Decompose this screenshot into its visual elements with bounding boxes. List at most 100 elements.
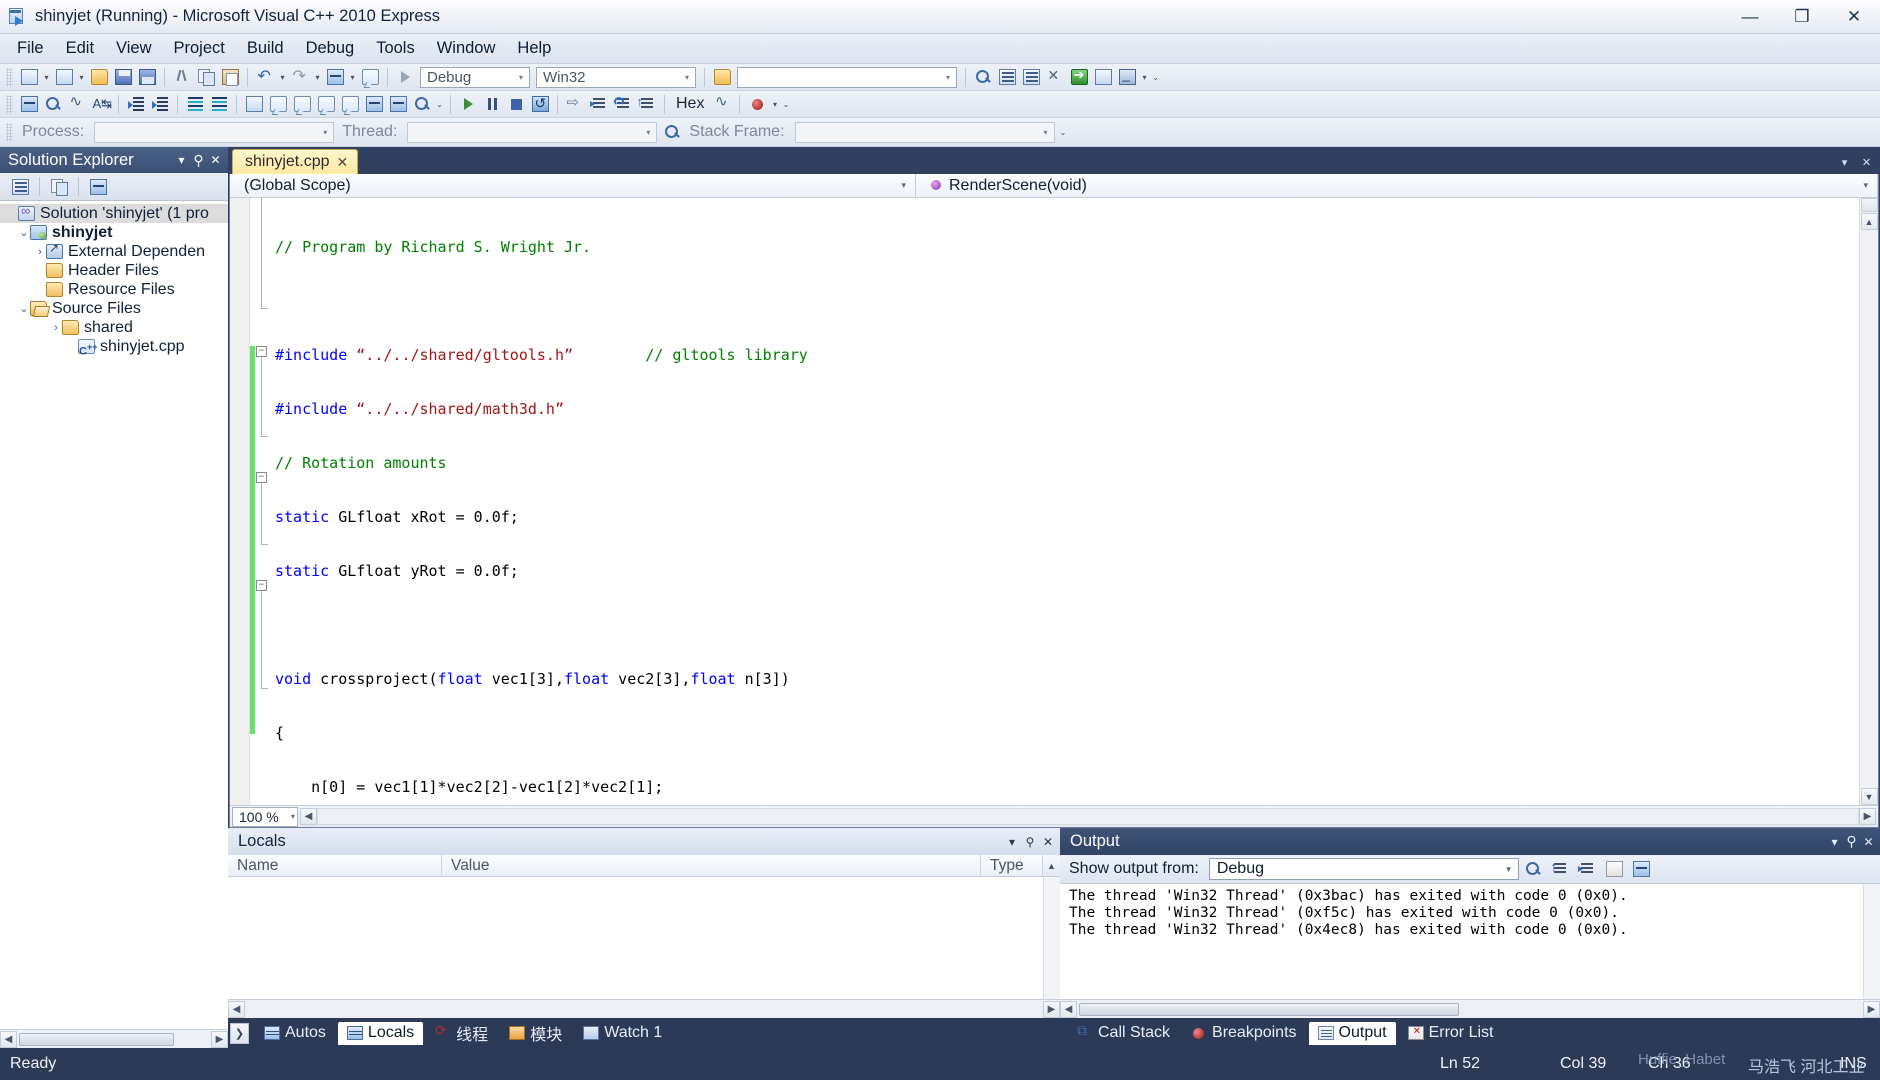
menu-build[interactable]: Build — [236, 35, 295, 62]
menu-tools[interactable]: Tools — [365, 35, 426, 62]
tree-item-resource-files[interactable]: Resource Files — [0, 280, 228, 299]
view-code-icon[interactable] — [86, 175, 110, 198]
toolbox-icon[interactable] — [1043, 66, 1067, 89]
restart-icon[interactable] — [528, 93, 552, 116]
menu-help[interactable]: Help — [506, 35, 562, 62]
scroll-track[interactable] — [1860, 230, 1878, 788]
maximize-button[interactable]: ❐ — [1776, 0, 1828, 34]
step-out-icon[interactable] — [635, 93, 659, 116]
output-hscrollbar[interactable]: ◀ ▶ — [1060, 999, 1880, 1018]
undo-icon[interactable] — [253, 66, 277, 89]
scroll-right-icon[interactable]: ▶ — [1859, 808, 1876, 825]
open-file-icon[interactable] — [87, 66, 111, 89]
comment-selection-icon[interactable] — [183, 93, 207, 116]
disable-bookmark-icon[interactable] — [410, 93, 434, 116]
scroll-right-icon[interactable]: ▶ — [1863, 1000, 1880, 1018]
debug-windows-dropdown-icon[interactable]: ▾ — [769, 93, 780, 116]
toolbar-options-icon[interactable]: ⌄ — [1058, 121, 1069, 144]
menu-view[interactable]: View — [105, 35, 162, 62]
toolbar-options-icon[interactable]: ⌄ — [1150, 66, 1161, 89]
menu-debug[interactable]: Debug — [295, 35, 366, 62]
close-tab-icon[interactable]: ✕ — [1857, 152, 1876, 172]
scope-combo[interactable]: (Global Scope) ▾ — [230, 174, 916, 197]
display-window-icon[interactable] — [17, 93, 41, 116]
locals-vscrollbar[interactable] — [1043, 877, 1060, 999]
properties-window-icon[interactable] — [995, 66, 1019, 89]
menu-file[interactable]: File — [6, 35, 55, 62]
outlining-margin[interactable]: − − − — [255, 198, 269, 805]
scroll-track[interactable] — [317, 808, 1859, 825]
decrease-indent-icon[interactable] — [124, 93, 148, 116]
output-vscrollbar[interactable] — [1863, 884, 1880, 999]
scroll-left-icon[interactable]: ◀ — [300, 808, 317, 825]
tree-twisty[interactable]: ⌄ — [18, 302, 30, 315]
paste-icon[interactable] — [218, 66, 242, 89]
find-in-files-icon[interactable] — [710, 66, 734, 89]
process-combo[interactable]: ▾ — [94, 121, 335, 143]
close-button[interactable]: ✕ — [1828, 0, 1880, 34]
tab-modules[interactable]: 模块 — [500, 1022, 571, 1045]
go-to-previous-message-icon[interactable] — [1549, 858, 1573, 881]
prev-bookmark-folder-icon[interactable] — [314, 93, 338, 116]
show-all-files-icon[interactable] — [47, 175, 71, 198]
tree-item-external-dependencies[interactable]: › External Dependen — [0, 241, 228, 261]
clear-bookmarks-icon[interactable] — [362, 93, 386, 116]
tab-list-icon[interactable]: ▾ — [1835, 152, 1854, 172]
scroll-left-icon[interactable]: ◀ — [1060, 1000, 1077, 1018]
copy-icon[interactable] — [194, 66, 218, 89]
locals-hscrollbar[interactable]: ◀ ▶ — [228, 999, 1060, 1018]
navigate-dropdown-icon[interactable]: ▾ — [347, 66, 358, 89]
new-project-icon[interactable] — [17, 66, 41, 89]
tree-item-source-files[interactable]: ⌄ Source Files — [0, 299, 228, 318]
tab-watch-1[interactable]: Watch 1 — [574, 1022, 671, 1045]
tab-output[interactable]: Output — [1308, 1021, 1396, 1045]
redo-dropdown-icon[interactable]: ▾ — [312, 66, 323, 89]
stop-debugging-icon[interactable] — [504, 93, 528, 116]
solution-tree[interactable]: Solution 'shinyjet' (1 pro ⌄ shinyjet › … — [0, 201, 228, 1029]
hex-display-label[interactable]: Hex — [670, 95, 710, 113]
close-icon[interactable]: ✕ — [1860, 832, 1877, 851]
column-header-name[interactable]: Name — [228, 855, 442, 876]
find-message-icon[interactable] — [1522, 858, 1546, 881]
bookmark-window-icon[interactable] — [386, 93, 410, 116]
cut-icon[interactable] — [170, 66, 194, 89]
extension-manager-icon[interactable] — [1091, 66, 1115, 89]
save-all-icon[interactable] — [135, 66, 159, 89]
tab-locals[interactable]: Locals — [337, 1021, 424, 1045]
tab-error-list[interactable]: Error List — [1399, 1022, 1503, 1045]
tab-scroll-right-icon[interactable]: ❯ — [230, 1022, 249, 1044]
uncomment-selection-icon[interactable] — [207, 93, 231, 116]
new-project-dropdown-icon[interactable]: ▾ — [41, 66, 52, 89]
break-all-icon[interactable] — [480, 93, 504, 116]
scroll-track[interactable] — [1077, 1000, 1863, 1018]
save-icon[interactable] — [111, 66, 135, 89]
step-over-icon[interactable] — [611, 93, 635, 116]
locals-grid-body[interactable] — [228, 877, 1060, 999]
scroll-track[interactable] — [17, 1030, 211, 1048]
pin-icon[interactable]: ⚲ — [1021, 832, 1039, 852]
add-item-icon[interactable] — [52, 66, 76, 89]
scroll-right-icon[interactable]: ▶ — [211, 1030, 228, 1048]
tree-item-solution[interactable]: Solution 'shinyjet' (1 pro — [0, 203, 228, 223]
step-into-icon[interactable] — [587, 93, 611, 116]
quick-info-icon[interactable] — [41, 93, 65, 116]
zoom-combo[interactable]: 100 % ▾ — [232, 806, 298, 827]
comment-icon[interactable] — [358, 66, 382, 89]
editor-hscrollbar[interactable]: ◀ ▶ — [300, 807, 1876, 827]
undo-dropdown-icon[interactable]: ▾ — [277, 66, 288, 89]
stack-frame-combo[interactable]: ▾ — [794, 121, 1055, 143]
tree-twisty[interactable]: › — [50, 322, 62, 334]
toolbar-options-icon[interactable]: ⌄ — [780, 93, 791, 116]
go-to-next-message-icon[interactable] — [1576, 858, 1600, 881]
continue-icon[interactable] — [456, 93, 480, 116]
clear-all-icon[interactable] — [1603, 858, 1627, 881]
scroll-thumb[interactable] — [1079, 1002, 1459, 1016]
fold-toggle-crossproject[interactable]: − — [256, 346, 267, 357]
tab-call-stack[interactable]: Call Stack — [1068, 1022, 1179, 1045]
tree-item-shared[interactable]: › shared — [0, 318, 228, 337]
document-tab-shinyjet-cpp[interactable]: shinyjet.cpp ✕ — [232, 149, 359, 174]
next-bookmark-icon[interactable] — [290, 93, 314, 116]
fold-toggle-project[interactable]: − — [256, 580, 267, 591]
close-icon[interactable]: ✕ — [337, 154, 349, 171]
object-browser-icon[interactable] — [1019, 66, 1043, 89]
